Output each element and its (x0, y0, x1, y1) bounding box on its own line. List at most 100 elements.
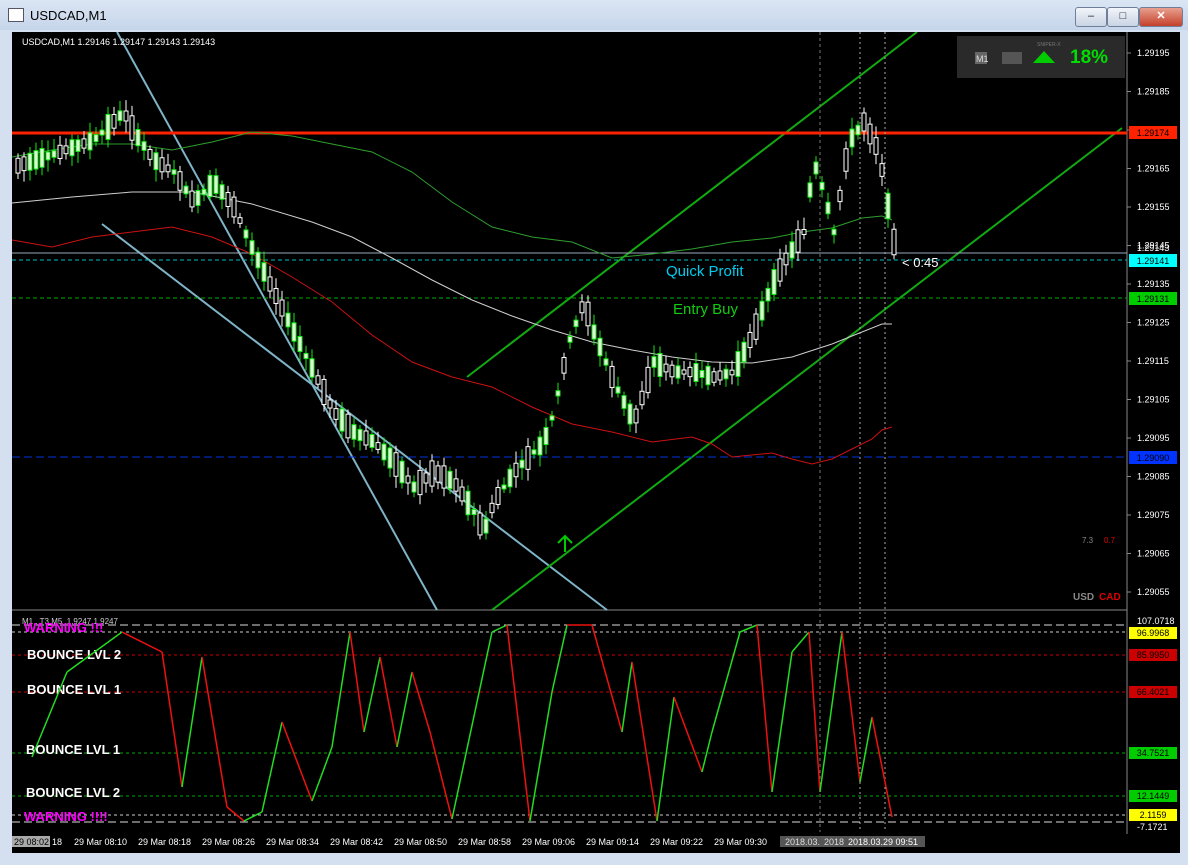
price-tick-label: 1.29115 (1137, 356, 1169, 366)
candle-body (279, 299, 285, 317)
oscillator-series (31, 624, 893, 822)
svg-text:1.29174: 1.29174 (1137, 128, 1170, 138)
oscillator-segment (631, 661, 658, 822)
candle-body (609, 365, 615, 389)
candle-body (669, 364, 675, 378)
oscillator-segment (711, 631, 741, 733)
candle-body (69, 139, 75, 157)
level-badge-97: 96.9968 (1129, 627, 1177, 639)
candle-body (57, 144, 63, 160)
title-bar[interactable]: USDCAD,M1 – □ ✕ (0, 0, 1188, 30)
candle-body (261, 262, 267, 282)
price-tick-label: 1.29075 (1137, 510, 1170, 520)
candle-body (579, 301, 585, 314)
candle-body (501, 484, 507, 490)
oscillator-segment (281, 721, 313, 802)
candle-body (249, 240, 255, 255)
candle-body (45, 151, 51, 161)
candle-body (153, 152, 159, 171)
time-tick-label: 29 Mar 08:10 (74, 837, 127, 847)
oscillator-segment (808, 631, 821, 793)
time-tick-label: 29 Mar 08:50 (394, 837, 447, 847)
up-channel-lower[interactable] (491, 127, 1123, 611)
candle-body (429, 460, 435, 487)
level-badge-12: 12.1449 (1129, 790, 1177, 802)
red-level-badge: 1.29174 (1129, 126, 1177, 139)
candle-body (21, 156, 27, 172)
down-channel-upper[interactable] (116, 31, 438, 611)
candle-body (759, 300, 765, 321)
candle-body (345, 413, 351, 439)
svg-text:2018.03.: 2018.03. (785, 837, 820, 847)
candle-body (165, 164, 171, 173)
svg-text:2.1159: 2.1159 (1140, 810, 1167, 820)
oscillator-segment (591, 624, 623, 733)
time-tick-label: 29 Mar 08:58 (458, 837, 511, 847)
candle-body (687, 366, 693, 378)
candle-body (543, 426, 549, 446)
candle-body (789, 241, 795, 259)
candle-body (87, 132, 93, 151)
oscillator-segment (673, 696, 703, 773)
time-tick-label: 29 Mar 09:30 (714, 837, 767, 847)
candle-body (519, 459, 525, 469)
bar-countdown: < 0:45 (902, 255, 939, 270)
candle-body (795, 229, 801, 253)
terminal-window: USDCAD,M1 – □ ✕ 1.29195 1.29185 1.29165 … (0, 0, 1188, 865)
candle-body (285, 312, 291, 328)
candle-body (291, 322, 297, 342)
window-title: USDCAD,M1 (30, 8, 107, 23)
candle-body (453, 478, 459, 492)
candle-body (813, 161, 819, 175)
candle-body (717, 370, 723, 381)
candle-body (405, 475, 411, 484)
candle-body (417, 469, 423, 496)
candle-body (423, 472, 429, 484)
candle-body (573, 319, 579, 328)
price-pane[interactable]: 1.291951.291851.291751.291651.291551.291… (11, 31, 1177, 853)
svg-text:12.1449: 12.1449 (1137, 791, 1170, 801)
time-tick-label: 29 Mar 08:26 (202, 837, 255, 847)
down-channel-lower[interactable] (101, 223, 608, 611)
candle-body (891, 228, 897, 256)
m1-timeframe-icon: M1 (975, 52, 989, 64)
entry-buy-badge: 1.29131 (1129, 292, 1177, 305)
candle-body (39, 148, 45, 168)
candle-body (783, 252, 789, 266)
candle-body (177, 171, 183, 191)
svg-text:1.29131: 1.29131 (1137, 294, 1170, 304)
indicator-scale-top: 107.0718 (1137, 616, 1175, 626)
candle-body (873, 137, 879, 155)
oscillator-segment (859, 716, 873, 783)
svg-text:2018: 2018 (824, 837, 844, 847)
candle-body (495, 487, 501, 505)
close-button[interactable]: ✕ (1139, 7, 1183, 27)
candle-body (525, 446, 531, 470)
chart-area[interactable]: 1.291951.291851.291751.291651.291551.291… (11, 31, 1180, 853)
candle-body (651, 356, 657, 368)
candle-body (723, 368, 729, 380)
candle-body (831, 228, 837, 236)
candle-body (303, 352, 309, 360)
candle-body (885, 192, 891, 220)
up-channel-upper[interactable] (466, 31, 918, 378)
candle-body (657, 352, 663, 378)
svg-text:85.9950: 85.9950 (1137, 650, 1170, 660)
time-tick-label: 29 Mar 08:42 (330, 837, 383, 847)
candle-body (135, 129, 141, 147)
candle-body (861, 112, 867, 132)
candle-body (489, 502, 495, 514)
svg-text:66.4021: 66.4021 (1137, 687, 1170, 697)
candle-body (819, 181, 825, 191)
candle-body (315, 375, 321, 385)
candlestick-series[interactable] (15, 100, 897, 540)
strength-value: 18% (1070, 47, 1108, 68)
candle-body (849, 128, 855, 148)
minimize-button[interactable]: – (1075, 7, 1107, 27)
symbol-info: USDCAD,M1 1.29146 1.29147 1.29143 1.2914… (22, 37, 215, 47)
candle-body (357, 428, 363, 442)
candle-body (273, 288, 279, 304)
indicator-pane[interactable]: M1 . T3 M5 .1.9247 1.9247 WARNING !!! BO… (12, 616, 1177, 832)
candle-body (159, 157, 165, 173)
maximize-button[interactable]: □ (1107, 7, 1139, 27)
